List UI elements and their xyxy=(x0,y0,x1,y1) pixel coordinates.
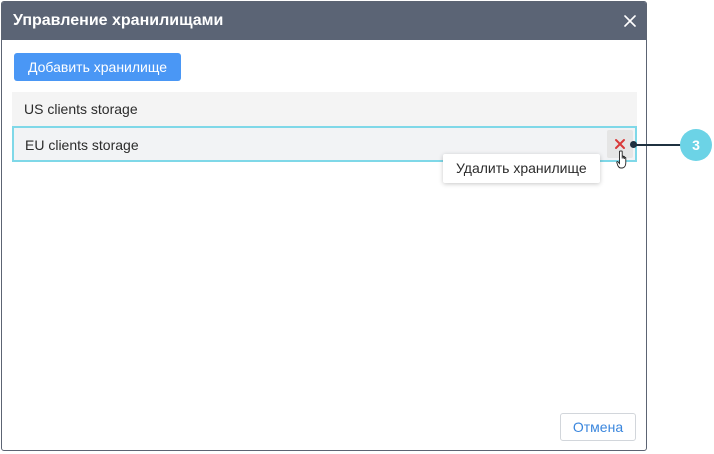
close-icon[interactable] xyxy=(620,11,640,31)
manage-storages-dialog: Управление хранилищами Добавить хранилищ… xyxy=(1,1,647,451)
delete-tooltip: Удалить хранилище xyxy=(443,154,600,183)
callout-badge: 3 xyxy=(680,129,712,161)
tooltip-text: Удалить хранилище xyxy=(456,160,587,176)
storage-item-label: US clients storage xyxy=(24,101,138,117)
callout-dot xyxy=(630,141,637,148)
hand-pointer-icon xyxy=(616,150,632,170)
dialog-title: Управление хранилищами xyxy=(13,12,224,29)
cancel-button[interactable]: Отмена xyxy=(560,413,636,441)
dialog-header: Управление хранилищами xyxy=(2,2,646,40)
callout-line xyxy=(633,144,681,146)
storage-item-label: EU clients storage xyxy=(25,137,139,153)
storage-item-us[interactable]: US clients storage xyxy=(12,92,637,128)
add-storage-button[interactable]: Добавить хранилище xyxy=(14,53,181,81)
